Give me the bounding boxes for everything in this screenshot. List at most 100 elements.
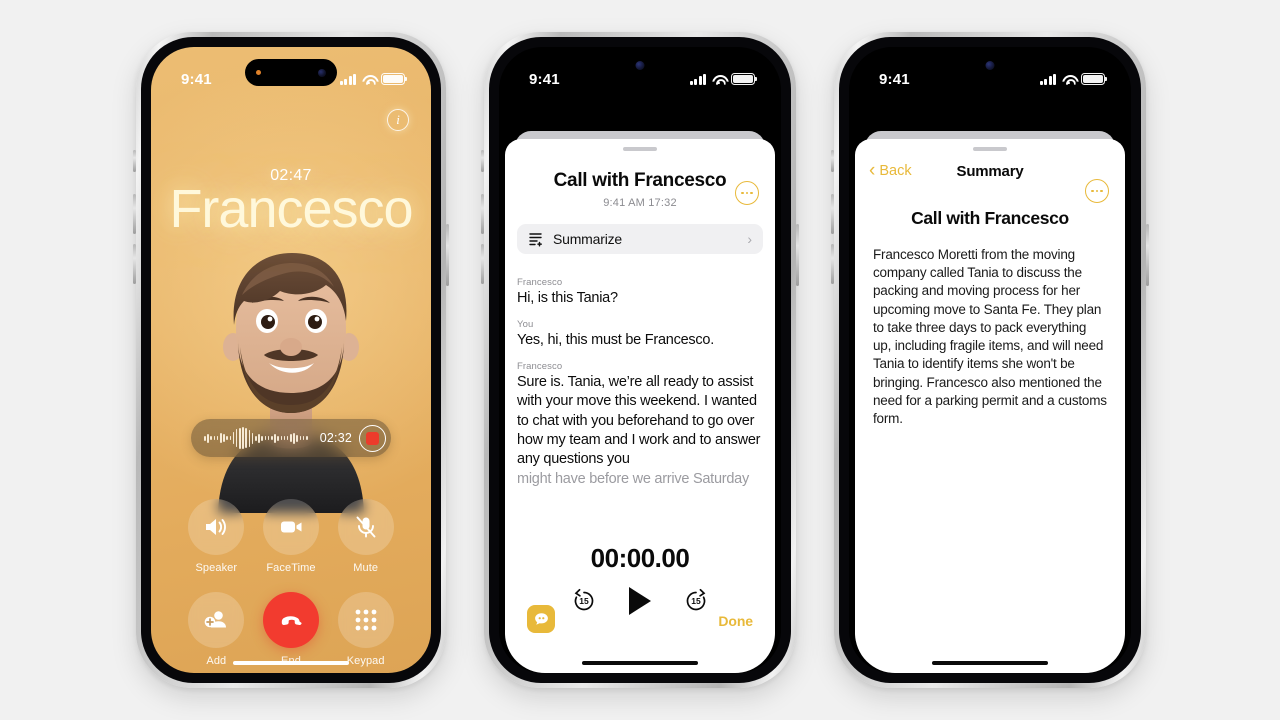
video-camera-icon (262, 499, 319, 555)
silent-switch[interactable] (481, 150, 484, 172)
mic-slash-icon (337, 499, 394, 555)
call-info-button[interactable]: i (387, 109, 409, 131)
volume-down-button[interactable] (133, 244, 136, 284)
cellular-signal-icon (1039, 73, 1056, 85)
status-indicators (339, 73, 408, 85)
mute-button[interactable]: Mute (328, 499, 403, 574)
add-button[interactable]: Add (179, 592, 254, 667)
skip-forward-label: 15 (691, 596, 701, 606)
keypad-label: Keypad (346, 655, 385, 667)
stop-record-button[interactable] (359, 424, 386, 452)
keypad-button[interactable]: Keypad (328, 592, 403, 667)
screenshot-canvas: 9:41 i 02:47 Francesco 02:32 Speaker Fac… (0, 0, 1280, 720)
recording-sheet: Call with Francesco 9:41 AM 17:32 Summar… (505, 139, 775, 673)
cellular-signal-icon (689, 73, 706, 85)
volume-down-button[interactable] (831, 244, 834, 284)
skip-back-15-button[interactable]: 15 (571, 588, 597, 614)
call-duration: 02:47 (270, 167, 312, 184)
power-button[interactable] (1146, 224, 1149, 286)
add-person-icon (188, 592, 245, 648)
playback-time: 00:00.00 (590, 543, 690, 573)
summarize-label: Summarize (553, 231, 622, 247)
phone-bezel: 9:41 ‹ Back Summary Call with Francesco … (839, 37, 1141, 683)
navigation-bar: ‹ Back Summary (855, 151, 1125, 191)
page-title: Summary (956, 162, 1024, 180)
status-time: 9:41 (529, 70, 560, 88)
front-camera-icon (318, 68, 326, 77)
done-button[interactable]: Done (718, 613, 753, 629)
speaker-label: Francesco (517, 277, 563, 288)
recording-pill: 02:32 (191, 419, 391, 457)
wifi-icon (711, 74, 726, 85)
mute-label: Mute (353, 562, 379, 574)
phone-down-icon (262, 592, 319, 648)
transcript-entry: Francesco Sure is. Tania, we’re all read… (517, 361, 763, 489)
status-time: 9:41 (181, 70, 212, 88)
transcript-list[interactable]: Francesco Hi, is this Tania? You Yes, hi… (505, 254, 775, 489)
speaker-label: You (517, 319, 534, 331)
wifi-icon (361, 74, 376, 85)
front-camera-icon (985, 61, 995, 70)
speaker-icon (188, 499, 245, 555)
call-background: 9:41 i 02:47 Francesco 02:32 Speaker Fac… (151, 47, 431, 673)
power-button[interactable] (446, 224, 449, 286)
phone1-screen: 9:41 i 02:47 Francesco 02:32 Speaker Fac… (151, 47, 431, 673)
silent-switch[interactable] (133, 150, 136, 172)
facetime-label: FaceTime (266, 562, 316, 574)
speaker-button[interactable]: Speaker (179, 499, 254, 574)
skip-forward-15-button[interactable]: 15 (683, 588, 709, 614)
status-bar: 9:41 (499, 47, 781, 97)
recording-duration: 02:32 (319, 431, 352, 445)
phone-device-call: 9:41 i 02:47 Francesco 02:32 Speaker Fac… (133, 32, 449, 688)
volume-up-button[interactable] (481, 194, 484, 234)
phone-device-summary: 9:41 ‹ Back Summary Call with Francesco … (831, 32, 1149, 688)
transcript-text: Sure is. Tania, we’re all ready to assis… (517, 374, 761, 467)
phone-bezel: 9:41 Call with Francesco 9:41 AM 17:32 S… (489, 37, 791, 683)
dynamic-island (245, 59, 337, 86)
transcript-entry: Francesco Hi, is this Tania? (517, 277, 763, 308)
facetime-button[interactable]: FaceTime (254, 499, 329, 574)
add-label: Add (206, 655, 227, 667)
volume-down-button[interactable] (481, 244, 484, 284)
home-indicator[interactable] (233, 660, 349, 665)
summarize-button[interactable]: Summarize › (517, 224, 763, 254)
home-indicator[interactable] (582, 660, 698, 665)
summary-heading: Call with Francesco (911, 208, 1069, 228)
call-controls-grid: Speaker FaceTime Mute Add Keypad (151, 499, 431, 667)
summarize-icon (529, 233, 542, 247)
end-call-button[interactable]: End (254, 592, 329, 667)
transcript-entry: You Yes, hi, this must be Francesco. (517, 319, 763, 350)
waveform-icon (204, 426, 313, 450)
play-button[interactable] (629, 587, 651, 615)
more-options-button[interactable] (1085, 179, 1109, 203)
more-options-button[interactable] (735, 181, 759, 205)
memoji-avatar (218, 253, 364, 513)
recording-led-icon (256, 70, 261, 75)
summary-body: Francesco Moretti from the moving compan… (873, 247, 1107, 426)
status-indicators (689, 73, 758, 85)
phone-bezel: 9:41 i 02:47 Francesco 02:32 Speaker Fac… (141, 37, 441, 683)
caller-name: Francesco (169, 179, 413, 239)
transcript-text: Hi, is this Tania? (517, 290, 618, 306)
battery-icon (731, 73, 758, 85)
skip-back-label: 15 (579, 596, 589, 606)
battery-icon (381, 73, 408, 85)
power-button[interactable] (796, 224, 799, 286)
home-indicator[interactable] (932, 660, 1048, 665)
sheet-subtitle: 9:41 AM 17:32 (603, 197, 677, 209)
messages-bubble-icon[interactable] (527, 605, 555, 633)
sheet-backdrop: 9:41 Call with Francesco 9:41 AM 17:32 S… (499, 47, 781, 673)
status-indicators (1039, 73, 1108, 85)
wifi-icon (1061, 74, 1076, 85)
silent-switch[interactable] (831, 150, 834, 172)
status-time: 9:41 (879, 70, 910, 88)
phone2-screen: 9:41 Call with Francesco 9:41 AM 17:32 S… (499, 47, 781, 673)
volume-up-button[interactable] (831, 194, 834, 234)
volume-up-button[interactable] (133, 194, 136, 234)
cellular-signal-icon (339, 73, 356, 85)
chevron-right-icon: › (747, 231, 752, 247)
speaker-label: Francesco (517, 361, 563, 373)
front-camera-icon (635, 61, 645, 70)
sheet-grabber[interactable] (623, 147, 657, 151)
transcript-text: Yes, hi, this must be Francesco. (517, 332, 714, 349)
